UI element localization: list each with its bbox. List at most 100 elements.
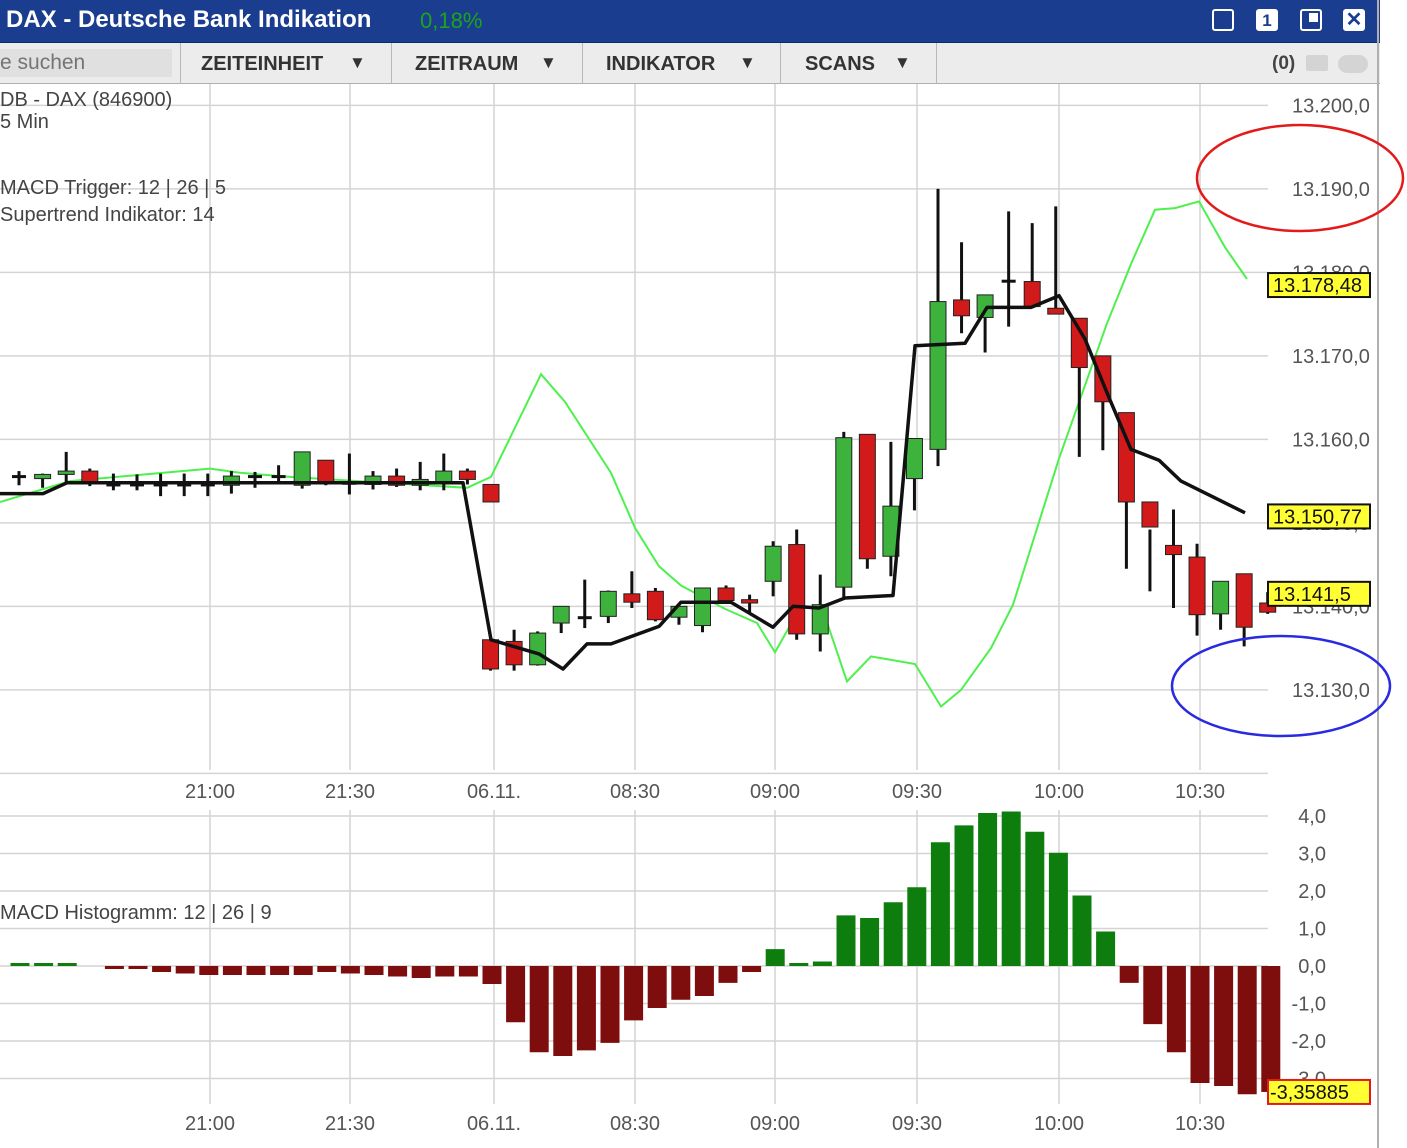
histogram-bar-negative: [719, 966, 738, 983]
time-tick-label: 10:00: [1034, 781, 1084, 803]
histogram-bar-positive: [907, 887, 926, 966]
histogram-bar-positive: [837, 915, 856, 966]
histogram-bar-negative: [129, 966, 148, 969]
histogram-bar-negative: [695, 966, 714, 996]
histogram-bar-negative: [1167, 966, 1186, 1052]
histogram-tick-label: 4,0: [1298, 806, 1326, 828]
histogram-bar-positive: [955, 825, 974, 966]
histogram-bar-negative: [530, 966, 549, 1052]
histogram-bar-positive: [884, 902, 903, 966]
candle-body-down: [1189, 557, 1205, 615]
histogram-bar-positive: [1073, 896, 1092, 967]
time-tick-label: 21:00: [185, 1113, 235, 1135]
histogram-bar-negative: [1261, 966, 1280, 1092]
histogram-bar-positive: [978, 813, 997, 966]
legend-macd-trigger: MACD Trigger: 12 | 26 | 5: [0, 177, 226, 199]
candle-body-down: [742, 600, 758, 603]
time-tick-label: 08:30: [610, 1113, 660, 1135]
histogram-bar-negative: [459, 966, 478, 977]
histogram-bar-negative: [247, 966, 266, 975]
histogram-bar-positive: [58, 963, 77, 966]
histogram-bar-negative: [601, 966, 620, 1043]
time-tick-label: 08:30: [610, 781, 660, 803]
price-label-text: 13.150,77: [1273, 506, 1362, 528]
histogram-bar-negative: [388, 966, 407, 977]
histogram-bar-negative: [624, 966, 643, 1020]
candle-doji: [1002, 280, 1016, 283]
candle-body-down: [718, 588, 734, 601]
price-tick-label: 13.160,0: [1292, 429, 1370, 451]
histogram-bar-negative: [294, 966, 313, 975]
candle-body-up: [695, 588, 711, 626]
histogram-bar-negative: [506, 966, 525, 1022]
histogram-tick-label: -1,0: [1292, 994, 1326, 1016]
legend-supertrend: Supertrend Indikator: 14: [0, 204, 215, 226]
histogram-tick-label: 3,0: [1298, 844, 1326, 866]
chart-subtitle: 5 Min: [0, 111, 49, 133]
candle-doji: [248, 475, 262, 478]
time-tick-label: 10:00: [1034, 1113, 1084, 1135]
histogram-bar-negative: [412, 966, 431, 978]
candles: [12, 189, 1276, 671]
chart-area[interactable]: 13.200,013.190,013.180,013.170,013.160,0…: [0, 0, 1407, 1148]
candle-body-up: [836, 438, 852, 587]
price-tick-label: 13.130,0: [1292, 680, 1370, 702]
chart-title: DB - DAX (846900): [0, 89, 172, 111]
histogram-bar-negative: [1143, 966, 1162, 1024]
candle-body-down: [459, 471, 475, 479]
histogram-bar-negative: [553, 966, 572, 1056]
candle-body-up: [436, 471, 452, 483]
histogram-value-text: -3,35885: [1270, 1082, 1349, 1104]
histogram-bar-positive: [931, 842, 950, 966]
time-tick-label: 09:30: [892, 1113, 942, 1135]
histogram-bar-negative: [365, 966, 384, 975]
candle-body-up: [530, 633, 546, 665]
candle-doji: [12, 475, 26, 478]
histogram-tick-label: 1,0: [1298, 919, 1326, 941]
price-tick-label: 13.170,0: [1292, 346, 1370, 368]
candle-body-up: [765, 546, 781, 581]
histogram-bar-negative: [1120, 966, 1139, 983]
candle-body-up: [35, 474, 51, 478]
histogram-bar-negative: [341, 966, 360, 974]
price-tick-label: 13.200,0: [1292, 95, 1370, 117]
histogram-bar-positive: [813, 962, 832, 967]
time-tick-label: 09:00: [750, 1113, 800, 1135]
histogram-bar-positive: [34, 963, 53, 966]
histogram-tick-label: -2,0: [1292, 1031, 1326, 1053]
histogram-bar-positive: [1002, 812, 1021, 967]
histogram-bar-negative: [483, 966, 502, 984]
candle-body-down: [318, 460, 334, 483]
time-tick-label: 06.11.: [467, 1113, 521, 1135]
candle-doji: [578, 616, 592, 619]
time-tick-label: 06.11.: [467, 781, 521, 803]
supertrend-line: [0, 201, 1247, 706]
time-tick-label: 10:30: [1175, 1113, 1225, 1135]
histogram-axis: 4,03,02,01,00,0-1,0-2,0-3,0: [1292, 806, 1326, 1091]
candle-body-up: [930, 302, 946, 450]
time-tick-label: 21:00: [185, 781, 235, 803]
candle-body-down: [954, 300, 970, 316]
histogram-bar-negative: [648, 966, 667, 1008]
candle-body-up: [600, 591, 616, 616]
candle-body-down: [789, 545, 805, 634]
histogram-bar-positive: [1096, 932, 1115, 967]
histogram-bar-negative: [1238, 966, 1257, 1094]
price-tick-label: 13.190,0: [1292, 179, 1370, 201]
histogram-bar-positive: [789, 963, 808, 966]
histogram-bar-negative: [1191, 966, 1210, 1083]
candle-body-up: [58, 471, 74, 474]
histogram-bar-negative: [223, 966, 242, 975]
supertrend-line: [0, 201, 1247, 706]
price-axis: 13.200,013.190,013.180,013.170,013.160,0…: [1292, 95, 1370, 702]
histogram-tick-label: 2,0: [1298, 881, 1326, 903]
price-label-text: 13.141,5: [1273, 584, 1351, 606]
time-tick-label: 09:00: [750, 781, 800, 803]
candle-body-down: [1048, 308, 1064, 314]
histogram-bar-negative: [105, 966, 124, 969]
candle-body-down: [647, 591, 663, 619]
histogram-bar-negative: [435, 966, 454, 977]
candle-body-up: [906, 439, 922, 479]
histogram-bar-positive: [11, 963, 30, 966]
histogram-bar-positive: [766, 949, 785, 966]
